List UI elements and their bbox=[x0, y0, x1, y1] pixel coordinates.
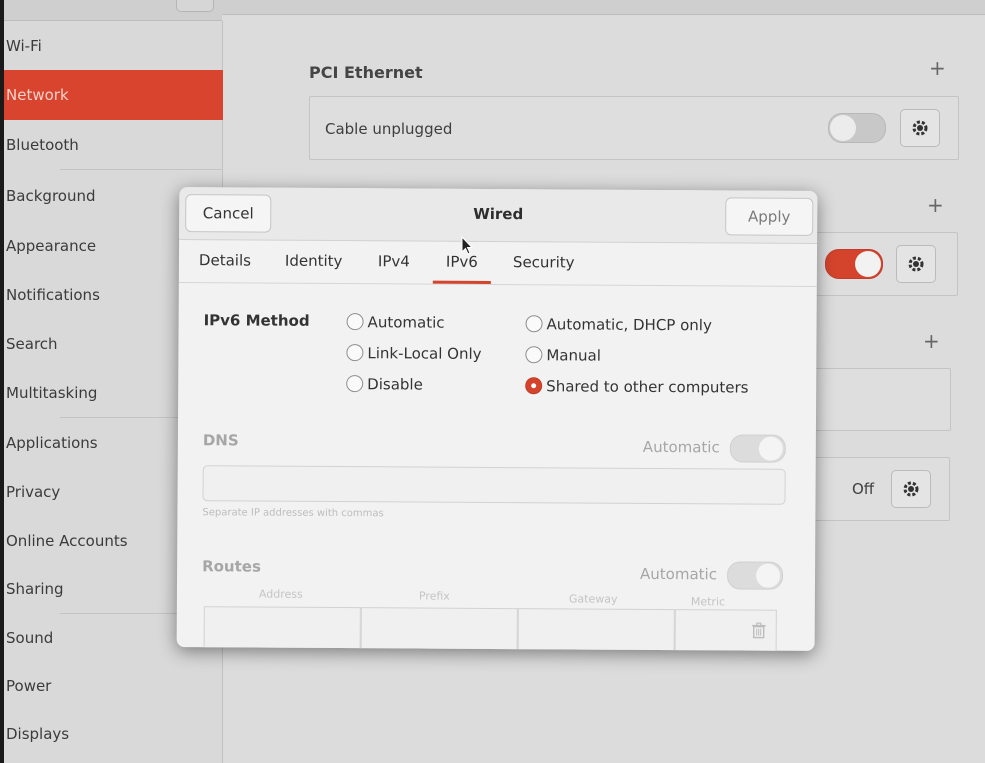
radio-label: Manual bbox=[546, 346, 601, 365]
dns-automatic-label: Automatic bbox=[642, 437, 720, 457]
radio-button[interactable] bbox=[525, 346, 543, 364]
dns-hint: Separate IP addresses with commas bbox=[202, 507, 384, 520]
sidebar-item-label: Applications bbox=[6, 434, 98, 452]
screen-edge bbox=[0, 0, 4, 763]
radio-button-selected[interactable] bbox=[525, 377, 543, 395]
pci-ethernet-settings-button[interactable] bbox=[900, 109, 940, 147]
sidebar-item-label: Background bbox=[6, 187, 96, 205]
radio-button[interactable] bbox=[525, 315, 543, 333]
off-label: Off bbox=[852, 480, 875, 498]
sidebar-item-label: Sound bbox=[6, 629, 54, 647]
dns-input[interactable] bbox=[202, 465, 786, 505]
sidebar-item-label: Network bbox=[6, 86, 69, 104]
method-disable[interactable]: Disable bbox=[346, 375, 423, 394]
gear-icon bbox=[908, 256, 924, 272]
sidebar-item-label: Sharing bbox=[6, 580, 64, 598]
sidebar-item-label: Online Accounts bbox=[6, 532, 128, 550]
column-metric: Metric bbox=[690, 595, 726, 609]
sidebar-item-displays[interactable]: Displays bbox=[4, 709, 223, 759]
sidebar-item-label: Displays bbox=[6, 725, 70, 743]
method-shared-to-other-computers[interactable]: Shared to other computers bbox=[525, 377, 749, 397]
radio-label: Disable bbox=[367, 375, 423, 394]
column-gateway: Gateway bbox=[568, 592, 618, 606]
plus-icon[interactable]: + bbox=[923, 329, 940, 353]
wired-dialog: Cancel Wired Apply Details Identity IPv4… bbox=[176, 187, 818, 651]
gear-icon bbox=[903, 481, 919, 497]
gear-icon bbox=[912, 120, 928, 136]
tab-ipv4[interactable]: IPv4 bbox=[378, 252, 410, 270]
sidebar-item-label: Privacy bbox=[6, 483, 61, 501]
sidebar-item-bluetooth[interactable]: Bluetooth bbox=[4, 120, 223, 170]
dialog-title: Wired bbox=[473, 204, 524, 224]
ipv6-method-label: IPv6 Method bbox=[203, 311, 310, 330]
tab-bar: Details Identity IPv4 IPv6 Security bbox=[178, 240, 818, 287]
tab-identity[interactable]: Identity bbox=[285, 252, 343, 270]
radio-button[interactable] bbox=[346, 313, 364, 331]
sidebar-item-label: Multitasking bbox=[6, 384, 98, 402]
sidebar-item-label: Wi-Fi bbox=[6, 37, 42, 55]
sidebar-separator bbox=[60, 169, 222, 170]
tab-security[interactable]: Security bbox=[513, 253, 575, 271]
plus-icon[interactable]: + bbox=[927, 193, 944, 217]
connection-settings-button[interactable] bbox=[896, 245, 936, 283]
sidebar-item-label: Notifications bbox=[6, 286, 100, 304]
dns-automatic-toggle[interactable] bbox=[729, 434, 786, 463]
pci-ethernet-card: Cable unplugged bbox=[309, 96, 959, 160]
main-header bbox=[222, 0, 985, 15]
method-link-local-only[interactable]: Link-Local Only bbox=[346, 344, 482, 363]
sidebar-item-network[interactable]: Network bbox=[4, 70, 223, 120]
dialog-header: Cancel Wired Apply bbox=[179, 187, 818, 244]
radio-label: Automatic, DHCP only bbox=[546, 315, 712, 335]
route-prefix-input[interactable] bbox=[360, 607, 518, 651]
header-button[interactable] bbox=[176, 0, 214, 12]
sidebar-item-label: Appearance bbox=[6, 237, 97, 255]
route-address-input[interactable] bbox=[203, 606, 361, 650]
sidebar-item-power[interactable]: Power bbox=[4, 661, 223, 711]
cable-status: Cable unplugged bbox=[325, 120, 453, 138]
active-tab-indicator bbox=[432, 280, 491, 284]
sidebar-item-label: Bluetooth bbox=[6, 136, 79, 154]
radio-button[interactable] bbox=[346, 375, 364, 393]
dns-label: DNS bbox=[202, 431, 239, 450]
connection-toggle[interactable] bbox=[825, 249, 883, 279]
pci-ethernet-toggle[interactable] bbox=[828, 113, 886, 143]
routes-automatic-label: Automatic bbox=[640, 564, 718, 584]
routes-label: Routes bbox=[202, 557, 261, 576]
other-settings-button[interactable] bbox=[891, 470, 931, 508]
radio-label: Shared to other computers bbox=[546, 377, 749, 397]
sidebar-header bbox=[0, 0, 222, 21]
method-manual[interactable]: Manual bbox=[525, 346, 601, 365]
route-gateway-input[interactable] bbox=[517, 608, 675, 651]
sidebar-item-label: Power bbox=[6, 677, 52, 695]
trash-icon[interactable] bbox=[751, 622, 766, 639]
sidebar-item-wifi[interactable]: Wi-Fi bbox=[4, 21, 223, 71]
method-automatic-dhcp-only[interactable]: Automatic, DHCP only bbox=[525, 315, 712, 335]
radio-button[interactable] bbox=[346, 344, 364, 362]
column-prefix: Prefix bbox=[418, 589, 450, 603]
radio-label: Automatic bbox=[367, 313, 445, 332]
method-automatic[interactable]: Automatic bbox=[346, 313, 445, 332]
column-address: Address bbox=[258, 587, 303, 601]
pci-ethernet-title: PCI Ethernet bbox=[309, 63, 423, 82]
apply-button[interactable]: Apply bbox=[725, 197, 814, 236]
mouse-cursor-icon bbox=[461, 236, 473, 255]
plus-icon[interactable]: + bbox=[929, 56, 946, 80]
radio-label: Link-Local Only bbox=[367, 344, 482, 363]
routes-automatic-toggle[interactable] bbox=[726, 561, 784, 590]
sidebar-item-label: Search bbox=[6, 335, 58, 353]
tab-details[interactable]: Details bbox=[199, 251, 251, 269]
